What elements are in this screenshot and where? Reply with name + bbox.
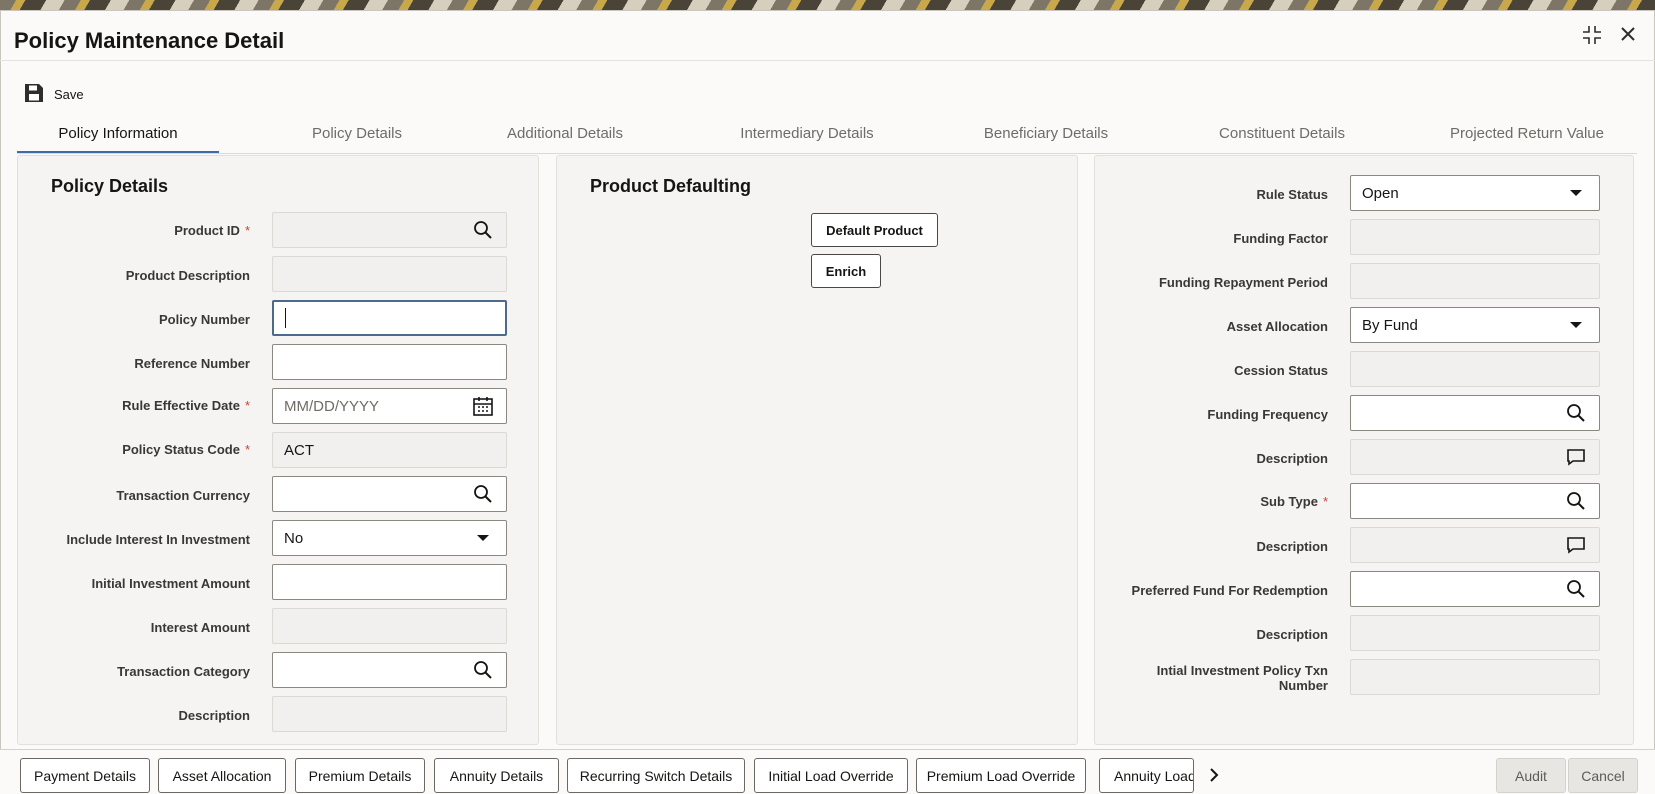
annuity-details-button[interactable]: Annuity Details <box>434 758 559 793</box>
chevron-right-icon[interactable] <box>1208 767 1220 786</box>
rule-effective-date-label: Rule Effective Date * <box>122 398 250 413</box>
search-icon[interactable] <box>1564 401 1588 425</box>
asset-allocation-button[interactable]: Asset Allocation <box>158 758 286 793</box>
tab-policy-information[interactable]: Policy Information <box>17 114 219 154</box>
rule-effective-date-input[interactable]: MM/DD/YYYY <box>272 388 507 424</box>
cancel-button[interactable]: Cancel <box>1568 758 1638 793</box>
annuity-load-button[interactable]: Annuity Load <box>1099 758 1194 793</box>
initial-investment-amount-label: Initial Investment Amount <box>91 576 250 591</box>
tab-additional-details[interactable]: Additional Details <box>475 114 655 154</box>
policy-number-input[interactable] <box>272 300 507 336</box>
cession-status-label: Cession Status <box>1234 363 1328 378</box>
policy-status-code-label: Policy Status Code * <box>122 442 250 457</box>
recurring-switch-details-button[interactable]: Recurring Switch Details <box>567 758 745 793</box>
close-icon[interactable] <box>1618 24 1638 49</box>
funding-frequency-label: Funding Frequency <box>1207 407 1328 422</box>
funding-frequency-input[interactable] <box>1350 395 1600 431</box>
product-defaulting-title: Product Defaulting <box>590 176 751 196</box>
header-divider <box>0 60 1655 61</box>
sub-type-input[interactable] <box>1350 483 1600 519</box>
funding-frequency-description-label: Description <box>1256 451 1328 466</box>
dropdown-icon <box>1564 313 1588 337</box>
premium-details-button[interactable]: Premium Details <box>295 758 425 793</box>
preferred-fund-description-field <box>1350 615 1600 651</box>
sub-type-description-label: Description <box>1256 539 1328 554</box>
include-interest-label: Include Interest In Investment <box>66 532 251 547</box>
product-description-field <box>272 256 507 292</box>
product-id-field[interactable] <box>272 212 507 248</box>
search-icon[interactable] <box>1564 577 1588 601</box>
cession-status-field <box>1350 351 1600 387</box>
policy-status-code-field: ACT <box>272 432 507 468</box>
reference-number-label: Reference Number <box>134 356 250 371</box>
tab-bar: Policy Information Policy Details Additi… <box>17 114 1637 154</box>
search-icon[interactable] <box>1564 489 1588 513</box>
dropdown-icon <box>471 526 495 550</box>
search-icon[interactable] <box>471 218 495 242</box>
funding-frequency-description-field <box>1350 439 1600 475</box>
transaction-category-label: Transaction Category <box>117 664 250 679</box>
interest-amount-field <box>272 608 507 644</box>
save-label: Save <box>54 87 84 102</box>
calendar-icon[interactable] <box>471 394 495 418</box>
product-id-label: Product ID * <box>174 223 250 238</box>
transaction-category-input[interactable] <box>272 652 507 688</box>
comment-icon[interactable] <box>1564 533 1588 557</box>
default-product-button[interactable]: Default Product <box>811 213 938 247</box>
tab-policy-details[interactable]: Policy Details <box>282 114 432 154</box>
tab-intermediary-details[interactable]: Intermediary Details <box>707 114 907 154</box>
premium-load-override-button[interactable]: Premium Load Override <box>916 758 1086 793</box>
funding-repayment-period-label: Funding Repayment Period <box>1158 275 1328 290</box>
transaction-currency-input[interactable] <box>272 476 507 512</box>
preferred-fund-label: Preferred Fund For Redemption <box>1131 583 1328 598</box>
funding-repayment-period-field <box>1350 263 1600 299</box>
reference-number-input[interactable] <box>272 344 507 380</box>
policy-number-label: Policy Number <box>158 312 250 327</box>
initial-investment-amount-input[interactable] <box>272 564 507 600</box>
footer-bar: Payment Details Asset Allocation Premium… <box>0 749 1655 794</box>
header-decoration <box>0 0 1655 10</box>
preferred-fund-input[interactable] <box>1350 571 1600 607</box>
audit-button[interactable]: Audit <box>1496 758 1566 793</box>
tab-beneficiary-details[interactable]: Beneficiary Details <box>951 114 1141 154</box>
interest-amount-label: Interest Amount <box>150 620 250 635</box>
product-description-label: Product Description <box>125 268 250 283</box>
window-title: Policy Maintenance Detail <box>14 28 285 53</box>
preferred-fund-description-label: Description <box>1256 627 1328 642</box>
payment-details-button[interactable]: Payment Details <box>20 758 150 793</box>
asset-allocation-select[interactable]: By Fund <box>1350 307 1600 343</box>
funding-factor-field <box>1350 219 1600 255</box>
transaction-currency-label: Transaction Currency <box>116 488 250 503</box>
tabs-divider <box>17 153 1637 154</box>
include-interest-select[interactable]: No <box>272 520 507 556</box>
enrich-button[interactable]: Enrich <box>811 254 881 288</box>
tab-constituent-details[interactable]: Constituent Details <box>1187 114 1377 154</box>
sub-type-label: Sub Type * <box>1260 494 1328 509</box>
sub-type-description-field <box>1350 527 1600 563</box>
save-icon <box>24 83 44 106</box>
initial-investment-policy-txn-field <box>1350 659 1600 695</box>
text-cursor <box>285 308 286 328</box>
dropdown-icon <box>1564 181 1588 205</box>
transaction-category-description-field <box>272 696 507 732</box>
search-icon[interactable] <box>471 658 495 682</box>
rule-status-select[interactable]: Open <box>1350 175 1600 211</box>
transaction-category-description-label: Description <box>178 708 250 723</box>
asset-allocation-label: Asset Allocation <box>1226 319 1328 334</box>
initial-load-override-button[interactable]: Initial Load Override <box>754 758 908 793</box>
maximize-icon[interactable] <box>1581 24 1603 51</box>
initial-investment-policy-txn-label: Intial Investment Policy Txn Number <box>1156 663 1328 693</box>
policy-details-title: Policy Details <box>51 176 169 196</box>
search-icon[interactable] <box>471 482 495 506</box>
funding-factor-label: Funding Factor <box>1233 231 1328 246</box>
comment-icon[interactable] <box>1564 445 1588 469</box>
save-button[interactable]: Save <box>24 83 84 106</box>
rule-status-label: Rule Status <box>1256 187 1328 202</box>
tab-projected-return-value[interactable]: Projected Return Value <box>1427 114 1627 154</box>
